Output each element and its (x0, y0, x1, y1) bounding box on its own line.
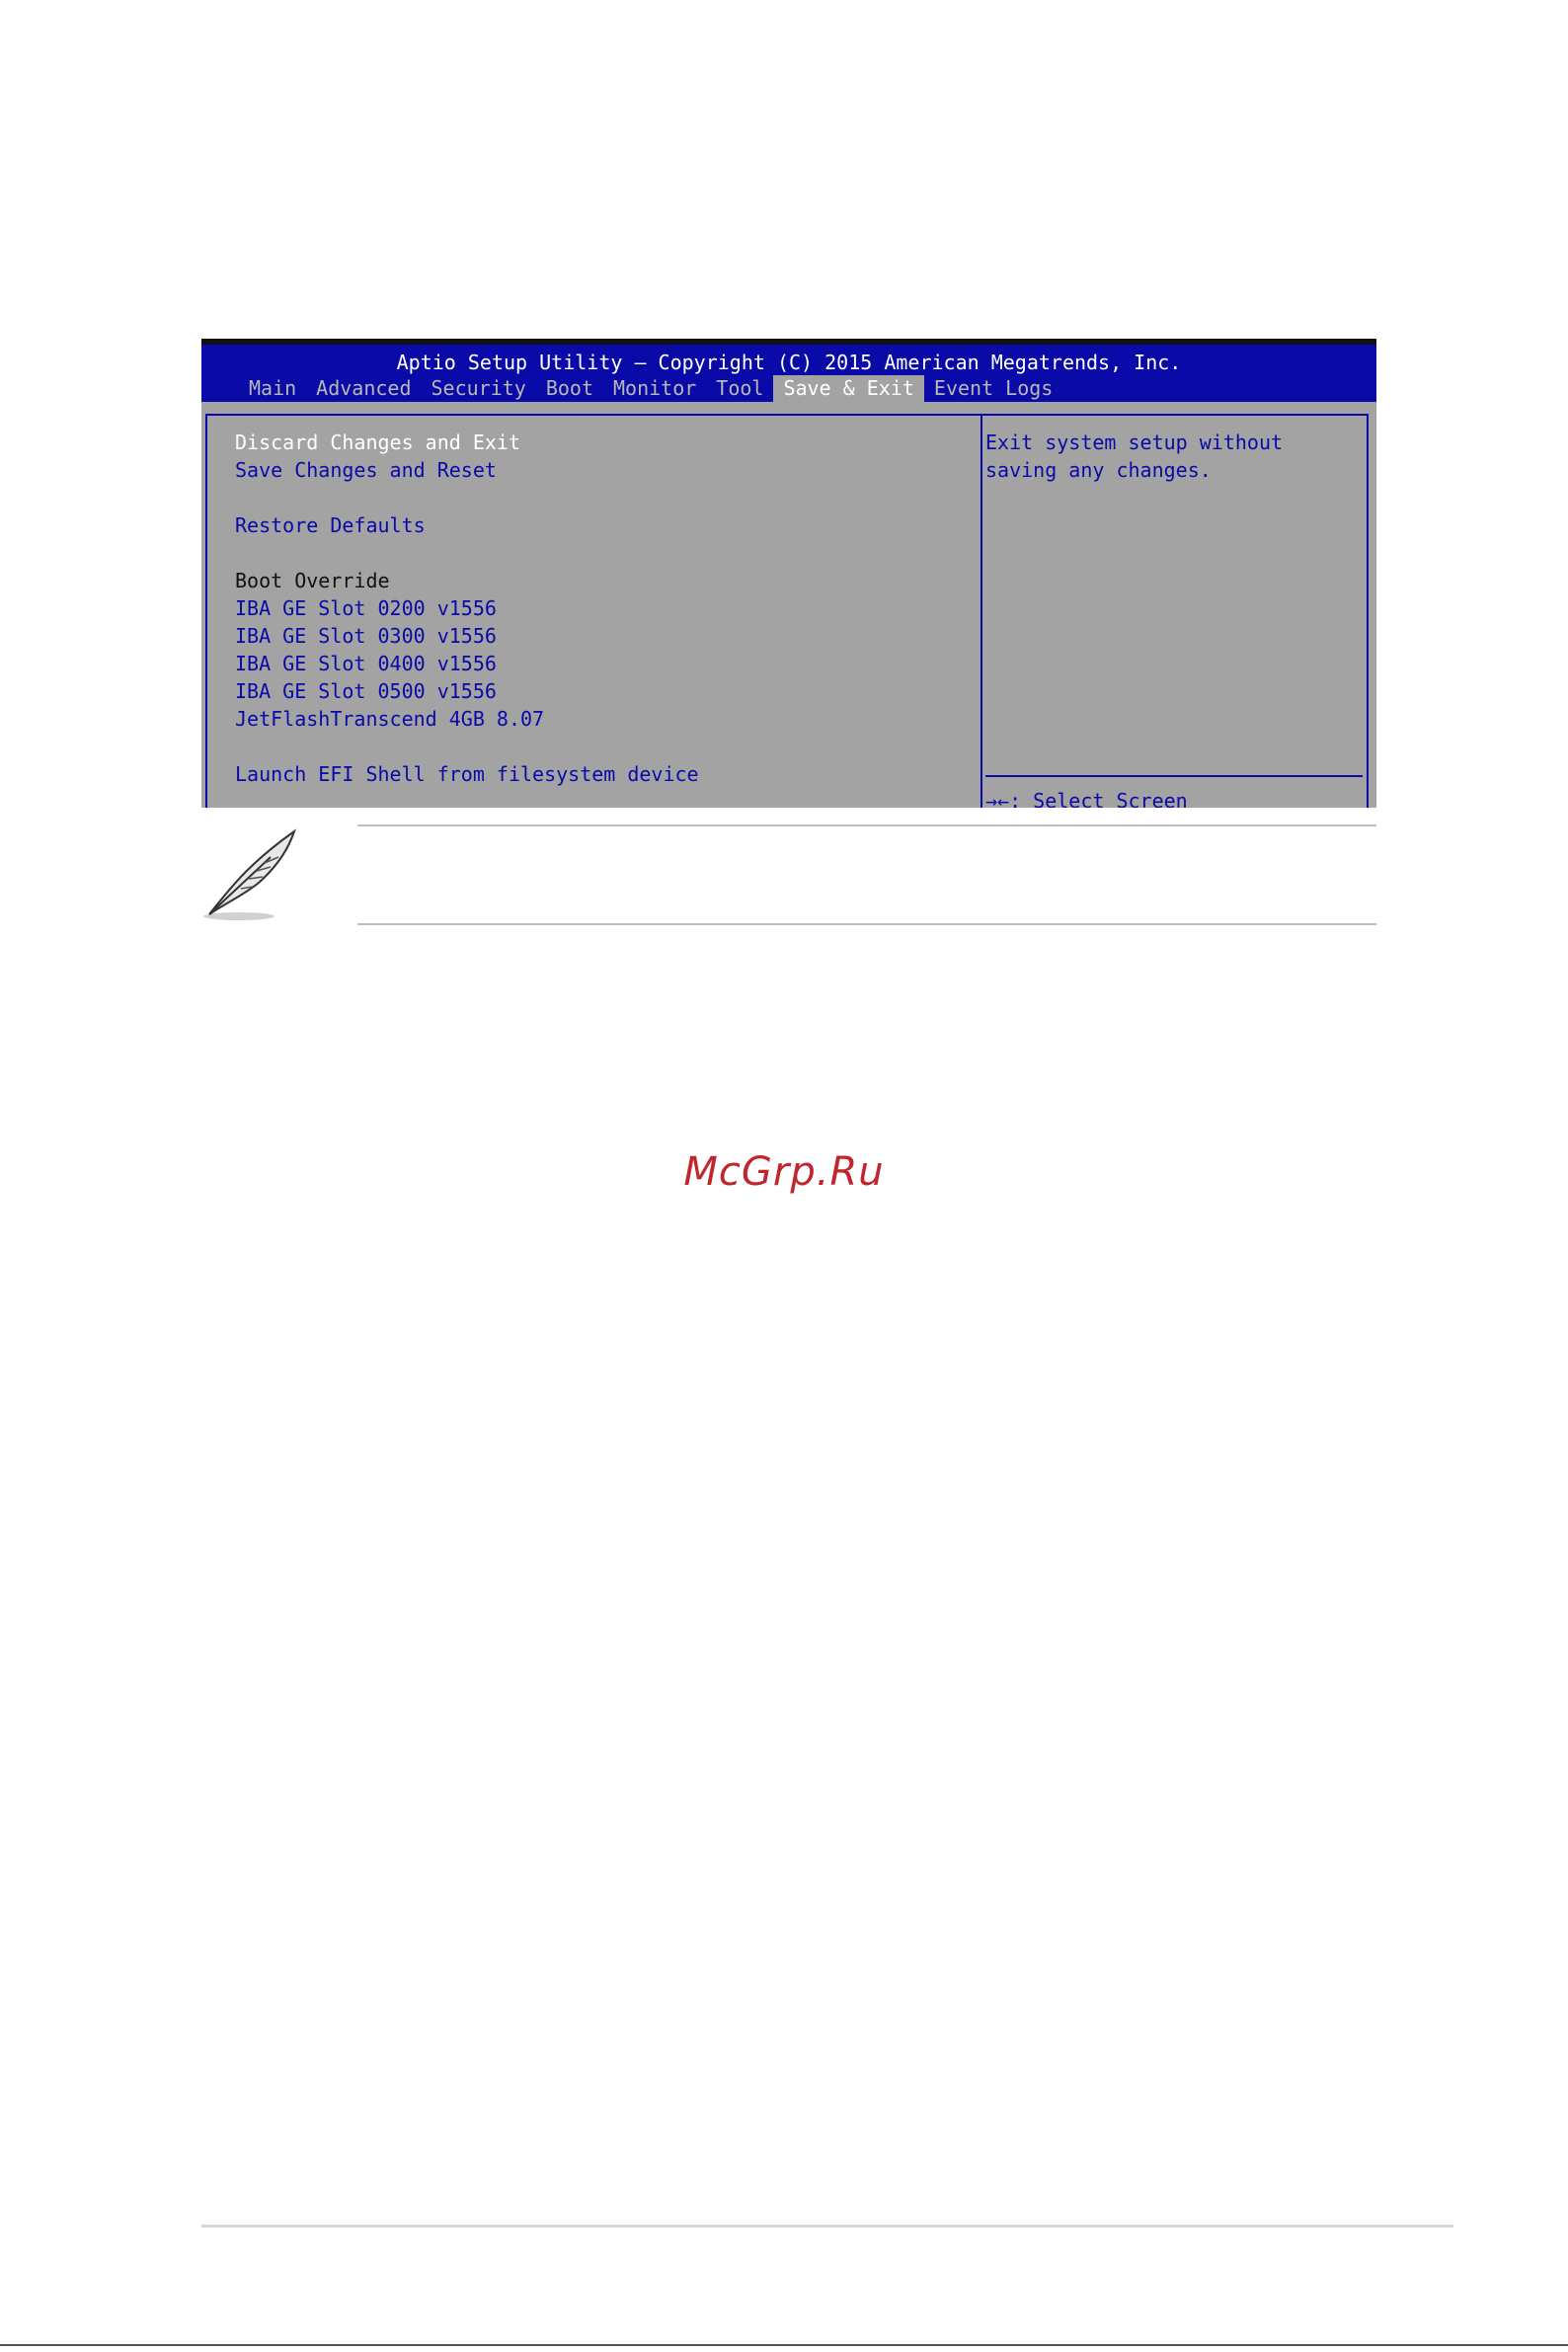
help-text-line: saving any changes. (985, 458, 1212, 482)
boot-override-iba-0200[interactable]: IBA GE Slot 0200 v1556 (235, 594, 699, 622)
bios-help-panel: Exit system setup without saving any cha… (985, 429, 1351, 484)
menu-item-launch-efi-shell[interactable]: Launch EFI Shell from filesystem device (235, 760, 699, 788)
tab-advanced[interactable]: Advanced (306, 375, 421, 402)
menu-spacer (235, 539, 699, 567)
tab-main[interactable]: Main (239, 375, 306, 402)
menu-item-discard-changes-exit[interactable]: Discard Changes and Exit (235, 429, 699, 456)
note-bottom-rule (357, 923, 1376, 925)
feather-quill-icon (201, 827, 300, 926)
tab-security[interactable]: Security (422, 375, 536, 402)
boot-override-iba-0500[interactable]: IBA GE Slot 0500 v1556 (235, 677, 699, 705)
bios-screenshot: Aptio Setup Utility – Copyright (C) 2015… (201, 339, 1376, 808)
bios-title: Aptio Setup Utility – Copyright (C) 2015… (396, 351, 1182, 374)
bios-tab-bar: Main Advanced Security Boot Monitor Tool… (239, 375, 1062, 402)
tab-event-logs[interactable]: Event Logs (924, 375, 1062, 402)
menu-item-save-changes-reset[interactable]: Save Changes and Reset (235, 456, 699, 484)
bios-menu-list: Discard Changes and Exit Save Changes an… (235, 429, 699, 788)
note-top-rule (357, 824, 1376, 826)
boot-override-iba-0300[interactable]: IBA GE Slot 0300 v1556 (235, 622, 699, 650)
bios-header: Aptio Setup Utility – Copyright (C) 2015… (201, 345, 1376, 402)
tab-monitor[interactable]: Monitor (603, 375, 706, 402)
watermark-text: McGrp.Ru (683, 1149, 885, 1195)
footer-rule (201, 2225, 1453, 2228)
help-text-line: Exit system setup without (985, 431, 1284, 454)
key-hint-select-screen: →←: Select Screen (985, 789, 1188, 808)
bios-help-separator (985, 775, 1363, 777)
tab-save-exit[interactable]: Save & Exit (773, 375, 924, 402)
menu-item-restore-defaults[interactable]: Restore Defaults (235, 511, 699, 539)
boot-override-heading: Boot Override (235, 569, 390, 592)
menu-spacer (235, 733, 699, 760)
tab-boot[interactable]: Boot (536, 375, 603, 402)
bios-help-divider (980, 414, 982, 808)
tab-tool[interactable]: Tool (706, 375, 773, 402)
boot-override-jetflash[interactable]: JetFlashTranscend 4GB 8.07 (235, 705, 699, 733)
menu-spacer (235, 484, 699, 511)
page-bottom-edge (0, 2344, 1568, 2346)
boot-override-iba-0400[interactable]: IBA GE Slot 0400 v1556 (235, 650, 699, 677)
